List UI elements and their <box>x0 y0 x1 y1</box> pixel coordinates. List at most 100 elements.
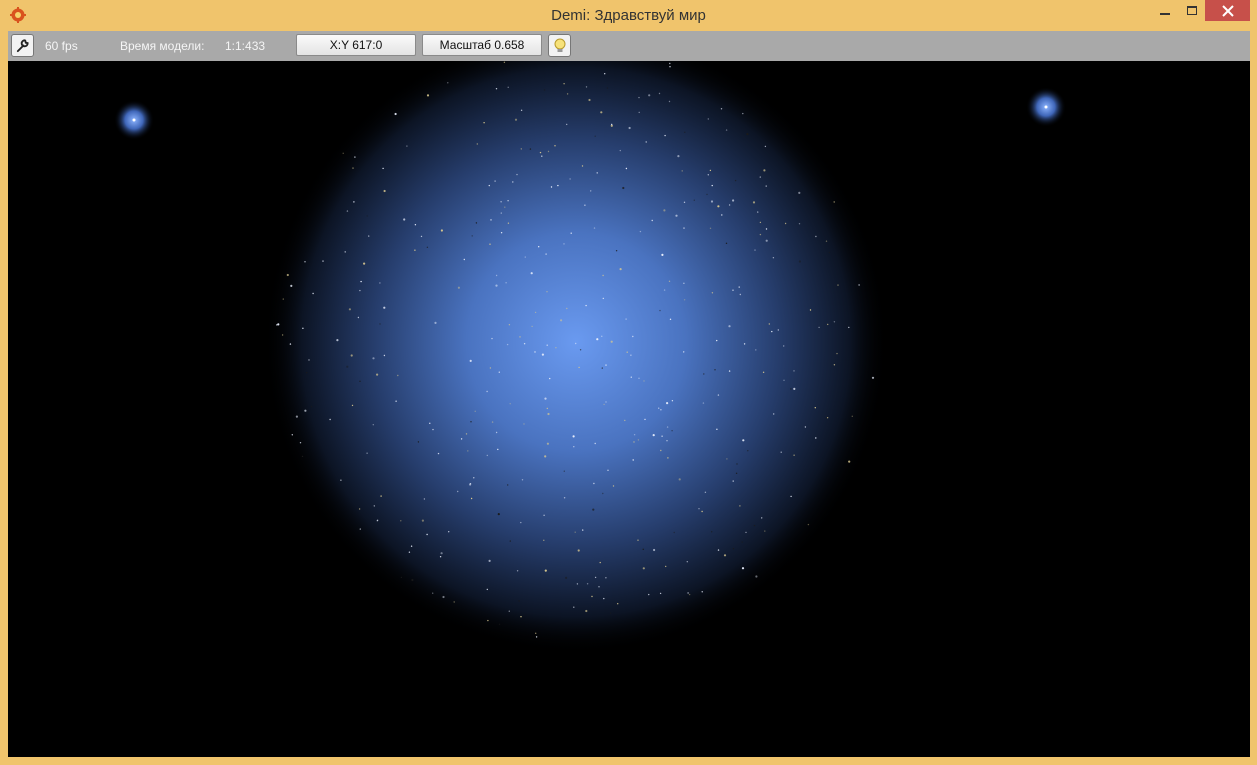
star-particle <box>701 510 703 513</box>
star-particle <box>505 282 507 284</box>
satellite-cluster-right-core <box>1044 105 1048 109</box>
star-particle <box>530 272 533 275</box>
star-particle <box>406 145 408 147</box>
star-particle <box>581 165 584 167</box>
star-particle <box>420 235 423 238</box>
star-particle <box>400 576 403 579</box>
star-particle <box>408 551 411 553</box>
star-particle <box>289 343 292 345</box>
star-particle <box>437 452 440 455</box>
star-particle <box>681 170 683 172</box>
star-particle <box>575 342 577 345</box>
star-particle <box>804 426 807 428</box>
star-particle <box>666 440 668 442</box>
star-particle <box>660 449 662 452</box>
star-particle <box>675 214 678 217</box>
star-particle <box>563 497 566 499</box>
light-toggle-button[interactable] <box>548 34 571 57</box>
star-particle <box>366 452 368 454</box>
star-particle <box>598 586 600 588</box>
star-particle <box>291 434 293 436</box>
star-particle <box>648 593 650 596</box>
star-particle <box>828 251 831 254</box>
star-particle <box>665 565 667 568</box>
star-particle <box>379 323 381 325</box>
star-particle <box>519 336 521 338</box>
star-particle <box>507 222 510 224</box>
star-particle <box>728 204 731 206</box>
star-particle <box>346 210 349 212</box>
star-particle <box>383 306 386 309</box>
star-particle <box>639 230 642 233</box>
star-particle <box>470 421 472 423</box>
star-particle <box>714 369 716 371</box>
star-particle <box>773 413 775 415</box>
star-particle <box>295 415 298 418</box>
star-particle <box>602 492 604 495</box>
star-particle <box>747 450 749 452</box>
star-particle <box>701 591 703 593</box>
star-particle <box>574 531 576 533</box>
star-particle <box>669 66 671 68</box>
star-particle <box>798 223 801 225</box>
star-particle <box>702 402 705 404</box>
star-particle <box>837 284 839 286</box>
star-particle <box>397 374 399 377</box>
star-particle <box>825 417 828 419</box>
star-particle <box>531 325 533 328</box>
minimize-button[interactable] <box>1152 0 1178 21</box>
star-particle <box>448 531 450 533</box>
title-bar[interactable]: Demi: Здравствуй мир <box>0 0 1257 31</box>
star-particle <box>632 459 634 461</box>
star-particle <box>637 539 639 541</box>
star-particle <box>577 549 580 552</box>
space-canvas[interactable] <box>8 61 1250 757</box>
star-particle <box>585 609 588 613</box>
star-particle <box>423 498 426 500</box>
star-particle <box>566 307 568 310</box>
star-particle <box>678 478 681 481</box>
star-particle <box>643 380 645 382</box>
star-particle <box>772 257 775 259</box>
star-particle <box>809 309 812 311</box>
star-particle <box>607 469 609 471</box>
star-particle <box>602 297 604 300</box>
scale-button[interactable]: Масштаб 0.658 <box>422 34 542 56</box>
star-particle <box>497 448 499 451</box>
star-particle <box>359 380 361 382</box>
star-particle <box>453 601 455 603</box>
star-particle <box>669 62 671 65</box>
settings-button[interactable] <box>11 34 34 57</box>
star-particle <box>521 479 524 481</box>
star-particle <box>516 570 519 572</box>
star-particle <box>312 292 314 295</box>
star-particle <box>658 92 661 95</box>
star-particle <box>352 167 354 169</box>
star-particle <box>555 347 557 349</box>
simulation-viewport[interactable] <box>8 61 1250 757</box>
star-particle <box>584 204 586 206</box>
star-particle <box>610 340 613 343</box>
star-particle <box>359 528 361 530</box>
star-particle <box>304 409 307 412</box>
star-particle <box>704 491 707 493</box>
star-particle <box>426 246 429 248</box>
window-title: Demi: Здравствуй мир <box>551 7 706 24</box>
coordinates-button[interactable]: X:Y 617:0 <box>296 34 416 56</box>
star-particle <box>603 597 605 600</box>
star-particle <box>736 463 738 465</box>
star-particle <box>717 549 720 551</box>
star-particle <box>276 324 278 326</box>
maximize-button[interactable] <box>1179 0 1205 21</box>
star-particle <box>358 508 361 510</box>
star-particle <box>421 519 424 522</box>
star-particle <box>432 428 434 431</box>
close-button[interactable] <box>1205 0 1250 21</box>
star-particle <box>693 199 695 201</box>
star-particle <box>539 151 542 154</box>
star-particle <box>434 321 437 324</box>
star-particle <box>439 556 442 558</box>
star-particle <box>503 61 506 63</box>
star-particle <box>793 387 796 390</box>
star-particle <box>707 118 709 120</box>
